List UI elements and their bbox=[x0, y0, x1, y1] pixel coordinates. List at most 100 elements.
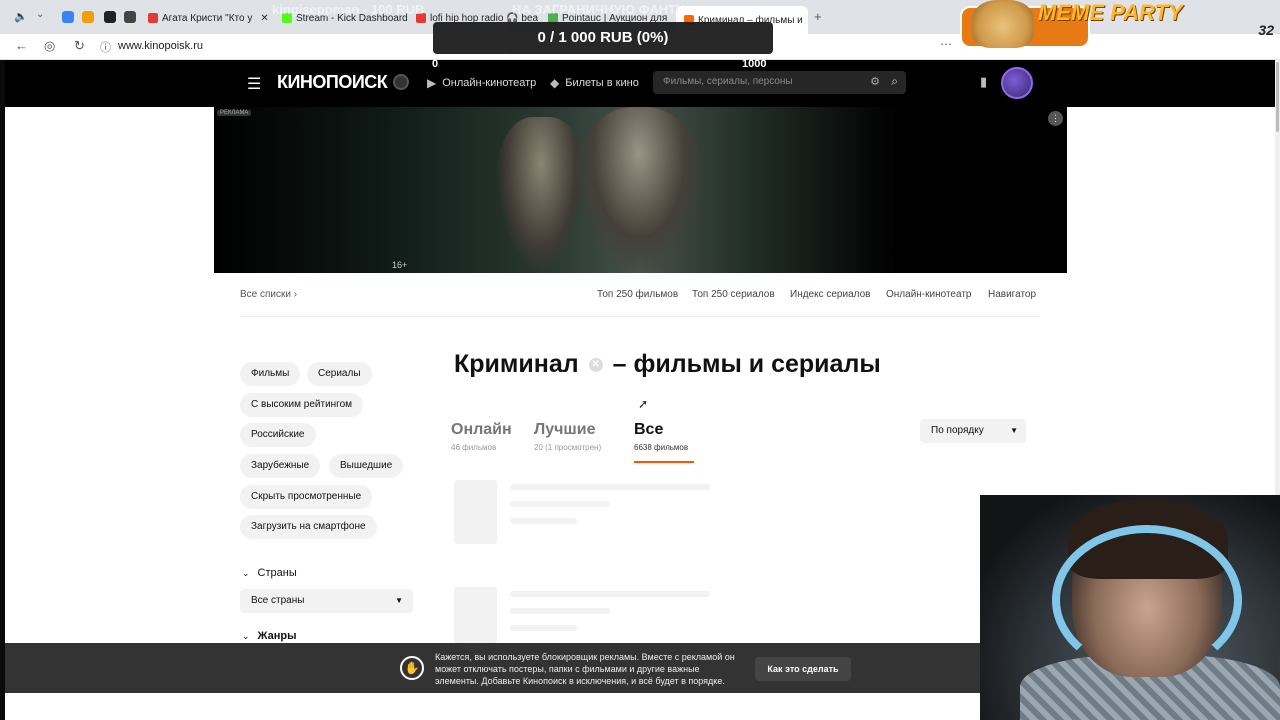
pinned-tab-icon[interactable] bbox=[82, 11, 94, 23]
skeleton-line bbox=[510, 518, 577, 524]
clear-icon[interactable]: ✕ bbox=[588, 357, 603, 372]
avatar[interactable] bbox=[1001, 67, 1033, 99]
headphones-image bbox=[1052, 525, 1242, 675]
webcam-feed bbox=[980, 495, 1280, 720]
tab-online[interactable]: Онлайн 46 фильмов bbox=[451, 421, 512, 452]
section-title: Страны bbox=[257, 567, 297, 579]
breadcrumb-label: Все списки bbox=[240, 289, 291, 300]
donation-goal-min: 0 bbox=[432, 58, 439, 70]
tab-label: Онлайн bbox=[451, 421, 512, 438]
youtube-icon bbox=[148, 13, 158, 23]
search-box[interactable]: Фильмы, сериалы, персоны ⚙ ⌕ bbox=[653, 71, 906, 94]
chevron-down-icon: ⌄ bbox=[242, 567, 250, 578]
filter-chip[interactable]: Скрыть просмотренные bbox=[240, 485, 373, 509]
nav-tickets[interactable]: ◆ Билеты в кино bbox=[550, 76, 639, 90]
filter-icon[interactable]: ⚙ bbox=[870, 75, 880, 88]
skeleton-poster bbox=[454, 587, 497, 643]
donation-alert-text: НА ЗАГРАНИЧНУЮ ФАНТУ bbox=[512, 2, 685, 17]
banner-person-image bbox=[496, 117, 586, 273]
title-keyword: Криминал bbox=[454, 350, 579, 378]
close-icon[interactable]: ✕ bbox=[260, 13, 268, 24]
top-link[interactable]: Топ 250 сериалов bbox=[692, 289, 775, 300]
filter-chip[interactable]: С высоким рейтингом bbox=[240, 393, 364, 417]
browser-tab[interactable]: Агата Кристи "Кто у ✕ bbox=[148, 8, 270, 28]
chevron-down-icon: ⌄ bbox=[242, 630, 250, 641]
top-link[interactable]: Онлайн-кинотеатр bbox=[886, 289, 971, 300]
meme-party-widget: MEME PARTY 32 bbox=[960, 0, 1280, 48]
donation-goal-bar: 0 / 1 000 RUB (0%) bbox=[433, 22, 773, 54]
speaker-icon[interactable]: 🔈 bbox=[14, 10, 28, 23]
nav-label: Билеты в кино bbox=[565, 77, 639, 89]
nav-label: Онлайн-кинотеатр bbox=[442, 77, 537, 89]
site-info-icon[interactable]: ⓘ bbox=[100, 39, 111, 55]
pinned-tab-icon[interactable] bbox=[104, 11, 116, 23]
tab-count: 6638 фильмов bbox=[634, 443, 689, 452]
kinopoisk-logo[interactable]: КИНОПОИСК bbox=[277, 72, 388, 93]
page-title: Криминал ✕ – фильмы и сериалы bbox=[454, 350, 881, 379]
tab-count: 46 фильмов bbox=[451, 443, 497, 452]
search-input[interactable]: Фильмы, сериалы, персоны bbox=[663, 76, 793, 87]
tab-label: Лучшие bbox=[534, 421, 596, 438]
chevron-down-icon[interactable]: ⌄ bbox=[36, 9, 44, 20]
active-tab-indicator bbox=[634, 461, 694, 463]
tab-best[interactable]: Лучшие 20 (1 просмотрен) bbox=[534, 421, 601, 452]
skeleton-line bbox=[510, 484, 710, 490]
back-icon[interactable]: ← bbox=[15, 38, 28, 53]
countries-section-toggle[interactable]: ⌄ Страны bbox=[242, 567, 297, 579]
donation-goal-max: 1000 bbox=[742, 58, 767, 70]
top-link[interactable]: Топ 250 фильмов bbox=[597, 289, 678, 300]
genres-section-toggle[interactable]: ⌄ Жанры bbox=[242, 630, 297, 642]
divider bbox=[240, 316, 1040, 317]
caret-down-icon: ▼ bbox=[395, 596, 403, 605]
scrollbar-thumb[interactable] bbox=[1276, 62, 1279, 132]
select-value: Все страны bbox=[251, 595, 305, 606]
sort-select[interactable]: По порядку ▼ bbox=[920, 419, 1026, 443]
filter-chip[interactable]: Фильмы bbox=[240, 362, 301, 386]
tab-label: Все bbox=[634, 421, 664, 438]
skeleton-line bbox=[510, 608, 610, 614]
bookmark-icon[interactable]: ▮ bbox=[980, 74, 987, 90]
new-tab-icon[interactable]: + bbox=[814, 9, 822, 24]
filter-chip[interactable]: Зарубежные bbox=[240, 454, 321, 478]
top-link[interactable]: Навигатор bbox=[988, 289, 1036, 300]
profile-icon[interactable]: ◎ bbox=[44, 38, 55, 54]
top-link[interactable]: Индекс сериалов bbox=[790, 289, 870, 300]
adblock-message: Кажется, вы используете блокировщик рекл… bbox=[435, 652, 735, 686]
doge-image bbox=[972, 0, 1034, 48]
caret-down-icon: ▼ bbox=[1010, 426, 1018, 435]
breadcrumb[interactable]: Все списки › bbox=[240, 289, 297, 300]
countries-select[interactable]: Все страны ▼ bbox=[240, 589, 413, 613]
skeleton-line bbox=[510, 625, 577, 631]
select-value: По порядку bbox=[931, 425, 984, 436]
menu-icon[interactable]: ☰ bbox=[247, 74, 261, 94]
filter-chip[interactable]: Вышедшие bbox=[329, 454, 404, 478]
tab-title: Агата Кристи "Кто у bbox=[162, 12, 253, 24]
skeleton-line bbox=[510, 591, 710, 597]
filter-chip[interactable]: Сериалы bbox=[307, 362, 372, 386]
more-icon[interactable]: ⋯ bbox=[940, 37, 952, 51]
skeleton-poster bbox=[454, 480, 497, 544]
tab-count: 20 (1 просмотрен) bbox=[534, 443, 602, 452]
ad-label: РЕКЛАМА bbox=[217, 110, 252, 116]
section-title: Жанры bbox=[257, 630, 297, 642]
pinned-tab-icon[interactable] bbox=[62, 11, 74, 23]
play-icon: ▶ bbox=[427, 76, 437, 90]
tab-all[interactable]: Все 6638 фильмов bbox=[634, 421, 688, 452]
ticket-icon: ◆ bbox=[550, 76, 560, 90]
meme-party-count: 32 bbox=[1258, 22, 1274, 38]
nav-online-cinema[interactable]: ▶ Онлайн-кинотеатр bbox=[427, 76, 536, 90]
more-icon[interactable]: ⋮ bbox=[1048, 111, 1063, 126]
how-to-button[interactable]: Как это сделать bbox=[755, 657, 851, 681]
url-field[interactable]: www.kinopoisk.ru bbox=[118, 40, 203, 52]
filter-chip[interactable]: Загрузить на смартфоне bbox=[240, 515, 377, 539]
pinned-tab-icon[interactable] bbox=[124, 11, 136, 23]
search-icon[interactable]: ⌕ bbox=[891, 74, 898, 89]
filter-chip[interactable]: Российские bbox=[240, 423, 316, 447]
skeleton-line bbox=[510, 501, 610, 507]
reload-icon[interactable]: ↻ bbox=[74, 38, 85, 54]
title-suffix: – фильмы и сериалы bbox=[612, 350, 881, 378]
logo-badge-icon bbox=[393, 74, 409, 90]
ad-banner[interactable]: РЕКЛАМА 16+ ⋮ bbox=[214, 107, 1067, 273]
age-rating: 16+ bbox=[392, 260, 408, 270]
hand-stop-icon: ✋ bbox=[400, 656, 424, 680]
